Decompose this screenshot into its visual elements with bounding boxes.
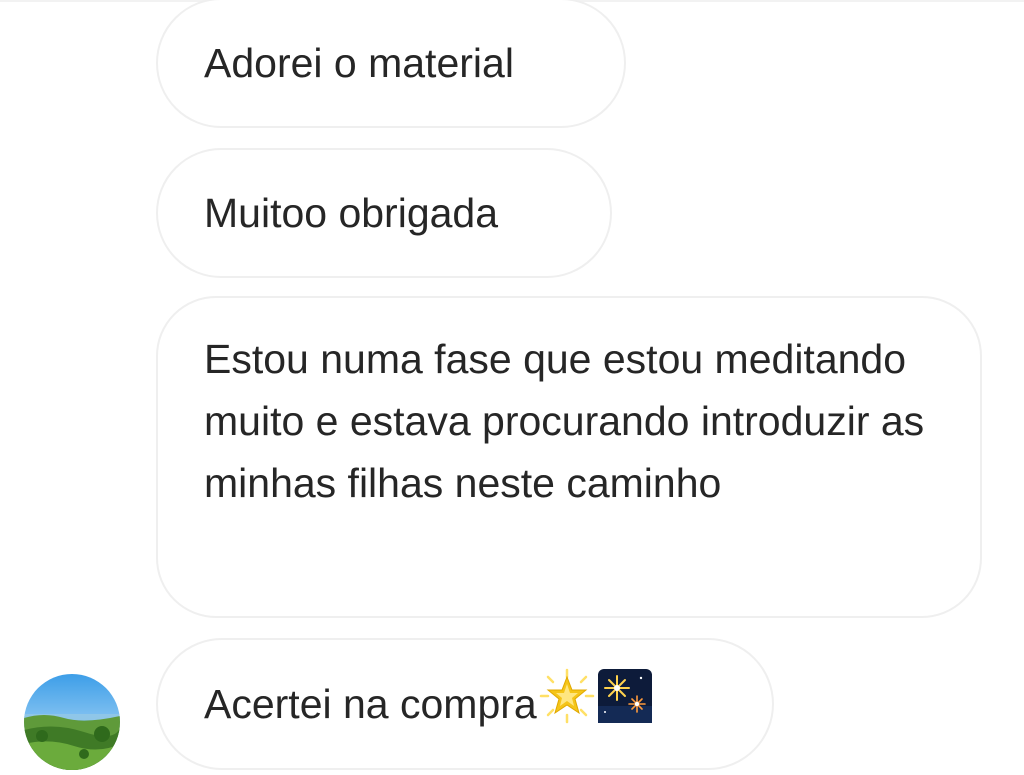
message-text: Muitoo obrigada: [204, 190, 499, 236]
message-text: Adorei o material: [204, 40, 514, 86]
message-bubble[interactable]: Muitoo obrigada: [156, 148, 612, 278]
message-bubble[interactable]: Adorei o material: [156, 0, 626, 128]
message-text: Estou numa fase que estou meditando muit…: [204, 336, 925, 506]
glowing-star-icon: [539, 668, 595, 741]
fireworks-icon: [597, 668, 653, 741]
message-bubble[interactable]: Acertei na compra: [156, 638, 774, 770]
landscape-avatar-icon: [24, 674, 120, 770]
message-text: Acertei na compra: [204, 681, 537, 727]
message-bubble[interactable]: Estou numa fase que estou meditando muit…: [156, 296, 982, 618]
sender-avatar[interactable]: [24, 674, 120, 770]
